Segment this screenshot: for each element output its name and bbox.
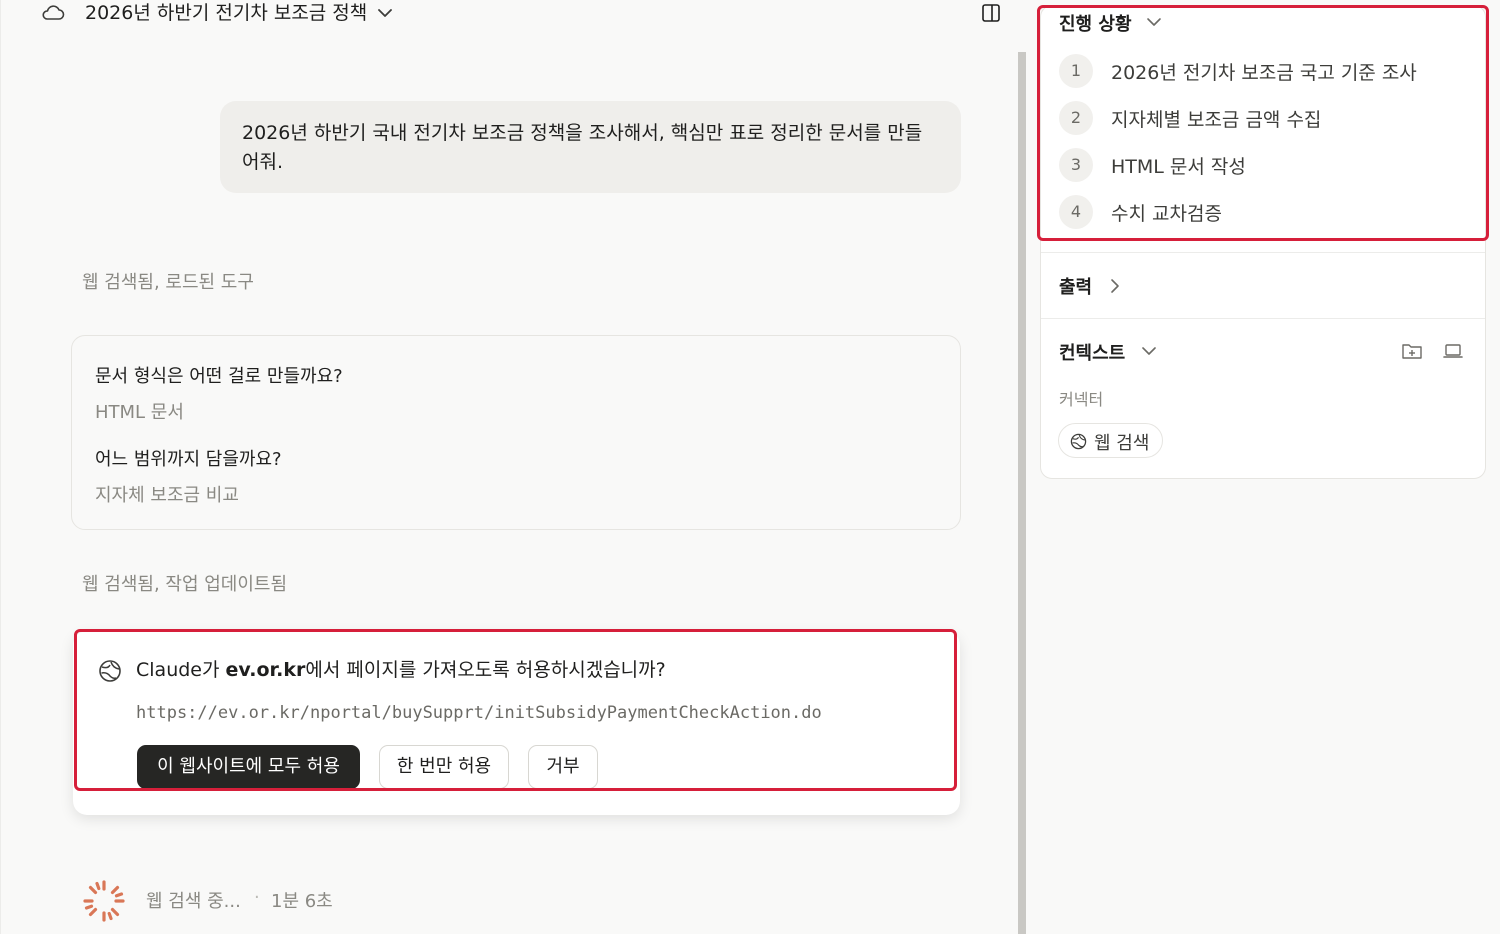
qa-question: 어느 범위까지 담을까요? (95, 449, 282, 470)
qa-question: 문서 형식은 어떤 걸로 만들까요? (95, 366, 343, 387)
divider (1041, 252, 1485, 253)
connector-label: 커넥터 (1059, 390, 1104, 409)
elapsed-time: 1분 6초 (271, 891, 333, 912)
document-title[interactable]: 2026년 하반기 전기차 보조금 정책 (85, 0, 367, 26)
qa-answer: 지자체 보조금 비교 (95, 485, 239, 506)
chip-label: 웹 검색 (1094, 433, 1150, 454)
output-section-title[interactable]: 출력 (1059, 273, 1092, 299)
divider (1041, 318, 1485, 319)
tool-status-line[interactable]: 웹 검색됨, 로드된 도구 (82, 268, 254, 294)
web-search-chip[interactable]: 웹 검색 (1058, 423, 1163, 458)
permission-highlight (74, 629, 957, 791)
qa-answer: HTML 문서 (95, 402, 184, 423)
context-section-title[interactable]: 컨텍스트 (1059, 339, 1125, 365)
add-folder-icon[interactable] (1401, 341, 1423, 361)
searching-status: 웹 검색 중... (146, 891, 241, 912)
chevron-down-icon[interactable] (376, 5, 394, 21)
chevron-down-icon[interactable] (1141, 344, 1157, 358)
panel-toggle-icon[interactable] (981, 3, 1001, 23)
question-answer-card: 문서 형식은 어떤 걸로 만들까요? HTML 문서 어느 범위까지 담을까요?… (71, 335, 961, 530)
spinner-icon (83, 880, 125, 922)
top-bar: 2026년 하반기 전기차 보조금 정책 (0, 0, 1018, 30)
chevron-right-icon[interactable] (1108, 278, 1122, 294)
scrollbar[interactable] (1018, 52, 1026, 934)
globe-icon (1070, 433, 1087, 450)
tool-status-line[interactable]: 웹 검색됨, 작업 업데이트됨 (82, 570, 287, 596)
user-message: 2026년 하반기 국내 전기차 보조금 정책을 조사해서, 핵심만 표로 정리… (220, 101, 961, 193)
cloud-icon[interactable] (40, 3, 66, 23)
status-separator: · (254, 887, 260, 908)
progress-highlight (1037, 5, 1489, 241)
laptop-icon[interactable] (1442, 341, 1464, 361)
